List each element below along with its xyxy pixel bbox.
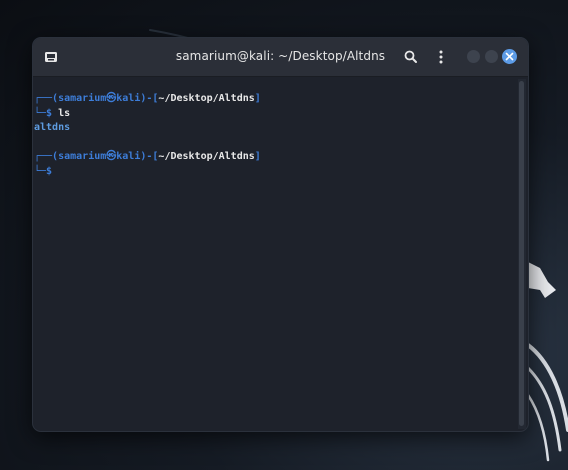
prompt-box-top: ┌──( bbox=[34, 93, 59, 104]
prompt-box-bottom: └─ bbox=[34, 165, 47, 177]
prompt-separator: )-[ bbox=[140, 93, 159, 104]
prompt-box-top: ┌──( bbox=[34, 151, 59, 162]
prompt-close-bracket: ] bbox=[254, 93, 261, 104]
terminal-window[interactable]: samarium@kali: ~/Desktop/Altdns ┌──(sama… bbox=[33, 38, 528, 431]
command-line-2[interactable]: └─$ bbox=[34, 165, 52, 180]
scrollbar-thumb[interactable] bbox=[519, 81, 524, 426]
command-line-1: └─$ ls bbox=[34, 107, 70, 122]
prompt-close-bracket: ] bbox=[254, 151, 261, 162]
titlebar[interactable]: samarium@kali: ~/Desktop/Altdns bbox=[33, 38, 528, 77]
window-title: samarium@kali: ~/Desktop/Altdns bbox=[175, 49, 386, 63]
prompt-user: samarium bbox=[58, 151, 107, 162]
prompt-path: ~/Desktop/Altdns bbox=[158, 151, 255, 162]
terminal-output-area[interactable]: ┌──(samarium㉿kali)-[~/Desktop/Altdns] └─… bbox=[33, 77, 517, 431]
close-icon bbox=[505, 52, 514, 61]
command-text: ls bbox=[52, 107, 71, 119]
kebab-menu-icon[interactable] bbox=[432, 48, 450, 66]
prompt-user: samarium bbox=[58, 93, 107, 104]
search-icon[interactable] bbox=[402, 48, 420, 66]
prompt-dollar: $ bbox=[46, 165, 53, 177]
prompt-line-1: ┌──(samarium㉿kali)-[~/Desktop/Altdns] bbox=[34, 92, 261, 107]
prompt-path: ~/Desktop/Altdns bbox=[158, 93, 255, 104]
maximize-button[interactable] bbox=[485, 50, 498, 63]
minimize-button[interactable] bbox=[467, 50, 480, 63]
output-line: altdns bbox=[34, 122, 71, 133]
prompt-host: kali bbox=[116, 93, 141, 104]
prompt-at-symbol: ㉿ bbox=[106, 93, 117, 104]
prompt-separator: )-[ bbox=[140, 151, 159, 162]
prompt-at-symbol: ㉿ bbox=[106, 151, 117, 162]
prompt-host: kali bbox=[116, 151, 141, 162]
prompt-line-2: ┌──(samarium㉿kali)-[~/Desktop/Altdns] bbox=[34, 150, 261, 165]
scrollbar[interactable] bbox=[518, 79, 526, 429]
close-button[interactable] bbox=[502, 49, 517, 64]
prompt-box-bottom: └─ bbox=[34, 107, 47, 119]
